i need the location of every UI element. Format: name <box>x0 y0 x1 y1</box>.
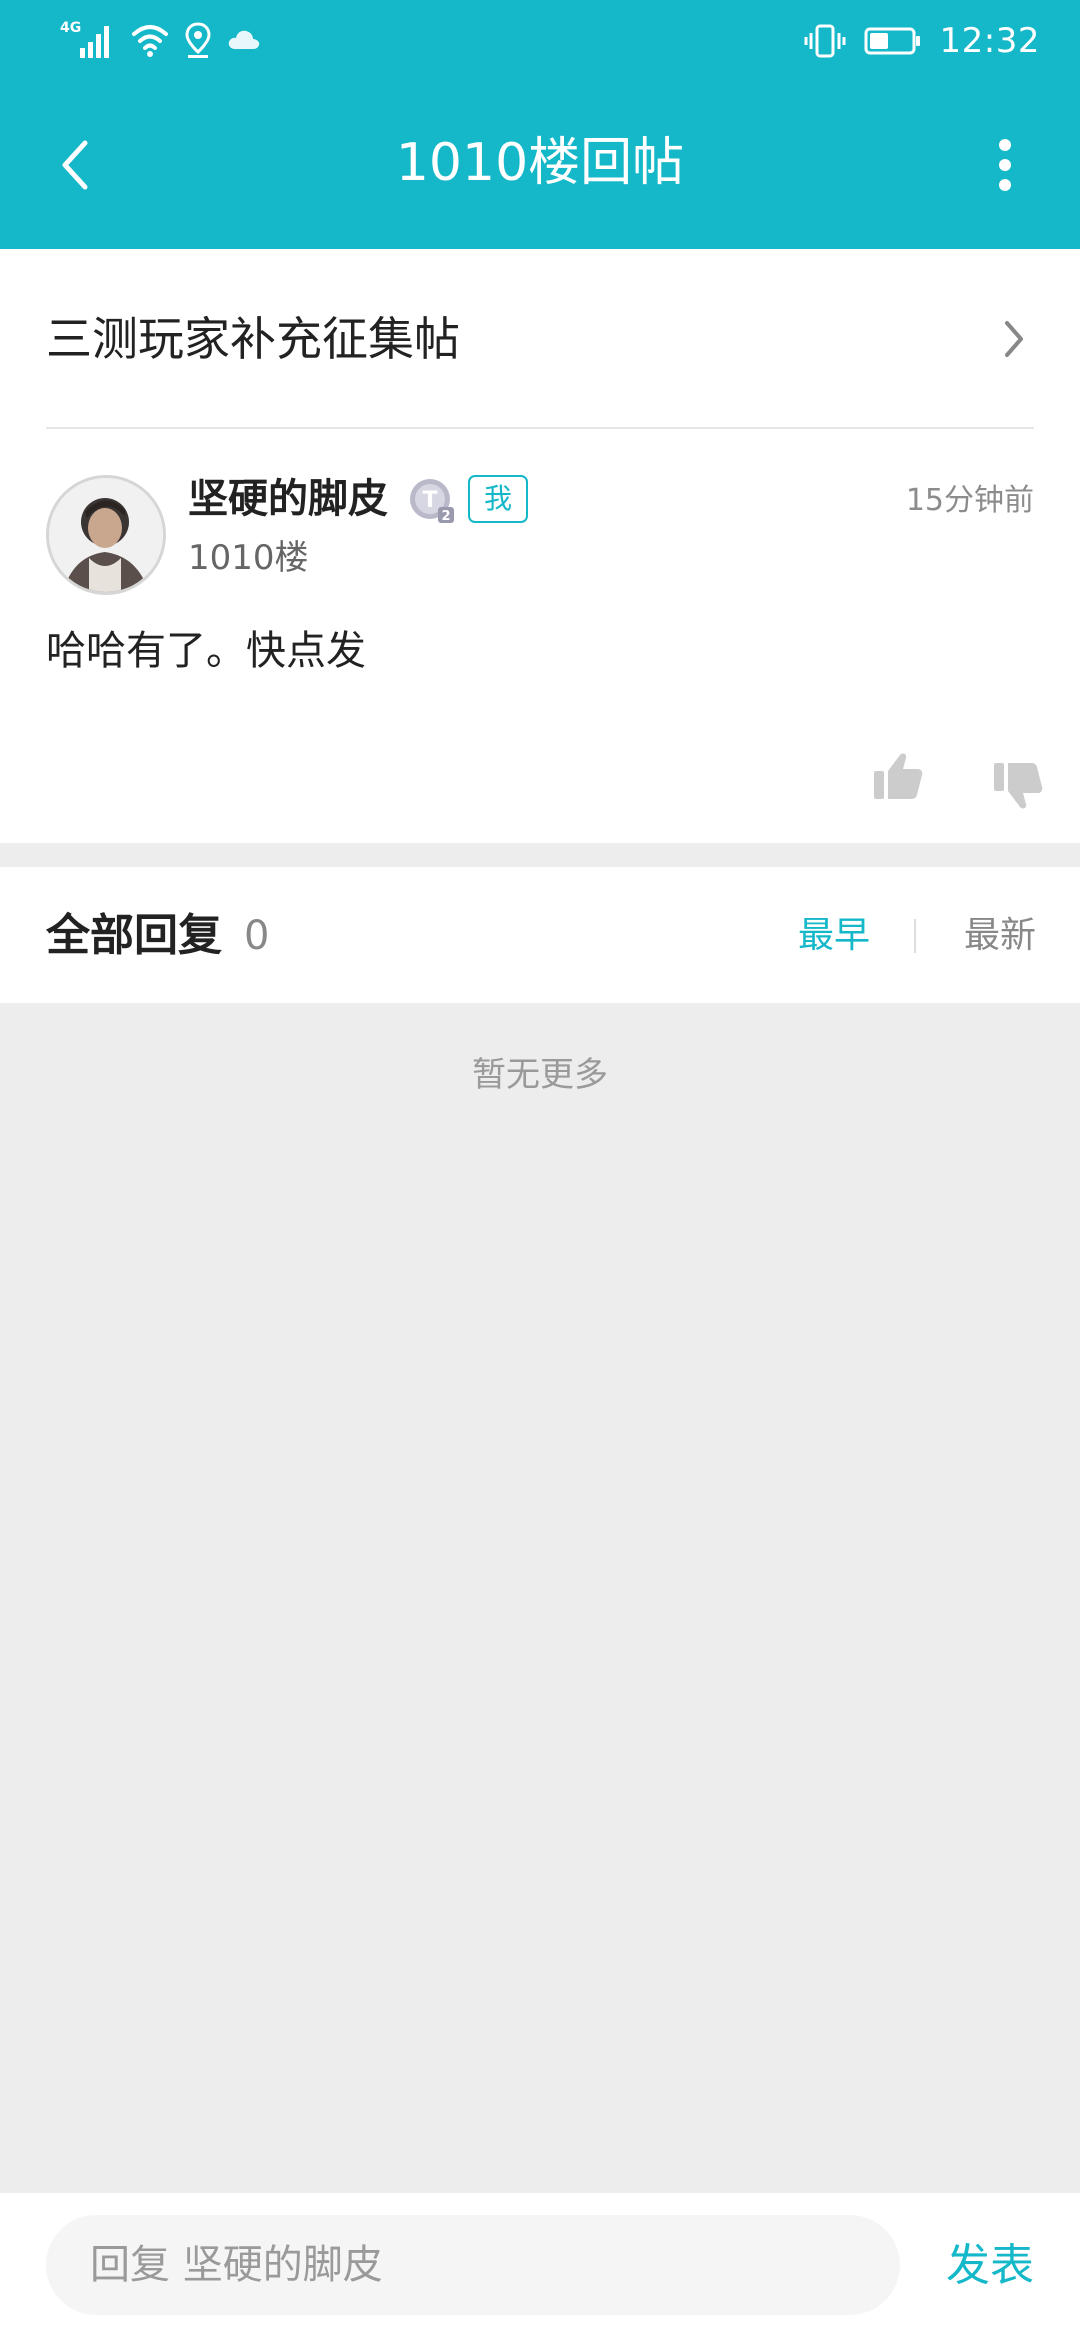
like-button[interactable] <box>870 749 926 805</box>
thread-link[interactable]: 三测玩家补充征集帖 <box>46 249 1034 429</box>
network-label: 4G <box>60 20 81 36</box>
avatar[interactable] <box>46 475 166 595</box>
me-tag: 我 <box>468 475 528 523</box>
reply-bar: 发表 <box>0 2193 1080 2340</box>
more-options-button[interactable] <box>970 130 1040 200</box>
post-content: 哈哈有了。快点发 <box>46 628 366 674</box>
signal-icon: 4G <box>60 20 109 58</box>
send-button[interactable]: 发表 <box>946 2237 1034 2295</box>
cloud-icon <box>228 30 260 49</box>
sort-earliest-tab[interactable]: 最早 <box>798 911 870 961</box>
level-badge-letter: T <box>422 488 437 513</box>
status-bar-left: 4G <box>60 18 262 62</box>
level-badge-icon: T 2 <box>410 479 454 524</box>
replies-count: 0 <box>244 913 270 959</box>
battery-icon <box>864 27 920 55</box>
replies-header: 全部回复 0 最早 最新 <box>0 867 1080 1003</box>
thread-title: 三测玩家补充征集帖 <box>46 312 460 366</box>
floor-number: 1010楼 <box>188 538 309 578</box>
sort-latest-tab[interactable]: 最新 <box>964 911 1036 961</box>
wifi-icon <box>132 25 168 57</box>
reply-input[interactable] <box>46 2215 900 2315</box>
avatar-image <box>49 478 163 592</box>
app-header: 4G 12:32 1010楼回帖 <box>0 0 1080 249</box>
thumbs-down-icon <box>994 763 1043 809</box>
dislike-button[interactable] <box>990 757 1046 813</box>
page-title: 1010楼回帖 <box>395 133 685 193</box>
app-bar: 1010楼回帖 <box>0 100 1080 230</box>
replies-title: 全部回复 <box>46 910 222 961</box>
back-button[interactable] <box>40 130 110 200</box>
status-time: 12:32 <box>939 21 1040 61</box>
level-badge-number: 2 <box>441 509 450 524</box>
vibrate-icon <box>804 24 846 58</box>
sort-divider <box>914 919 916 953</box>
no-more-replies: 暂无更多 <box>472 1055 608 1095</box>
more-vertical-icon <box>999 139 1011 191</box>
post-card: 三测玩家补充征集帖 坚硬的脚皮 T 2 我 15分钟前 1010楼 哈哈有了。快… <box>0 249 1080 843</box>
location-icon <box>185 22 211 58</box>
chevron-right-icon <box>994 309 1034 369</box>
thumbs-up-icon <box>874 753 923 799</box>
post-author[interactable]: 坚硬的脚皮 <box>188 473 388 525</box>
chevron-left-icon <box>62 140 88 190</box>
post-time: 15分钟前 <box>905 483 1034 518</box>
status-bar-right: 12:32 <box>804 16 1040 66</box>
